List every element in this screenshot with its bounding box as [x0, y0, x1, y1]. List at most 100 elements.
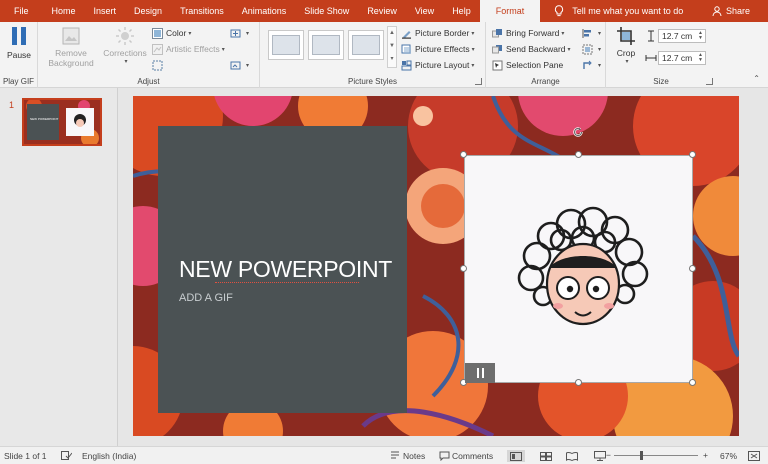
sun-icon [116, 27, 134, 45]
align-button[interactable]: ▾ [582, 26, 601, 40]
share-label: Share [725, 6, 750, 16]
resize-handle-bottom[interactable] [575, 379, 582, 386]
rotate-dropdown-icon: ▾ [598, 62, 602, 69]
resize-handle-bottom-right[interactable] [689, 379, 696, 386]
reading-view-button[interactable] [563, 450, 581, 462]
zoom-level[interactable]: 67% [720, 451, 737, 461]
tab-slide-show[interactable]: Slide Show [295, 0, 358, 22]
shape-height-value: 12.7 cm [662, 31, 693, 41]
normal-view-button[interactable] [507, 450, 525, 462]
tab-review[interactable]: Review [358, 0, 406, 22]
picture-layout-button[interactable]: Picture Layout ▾ [401, 58, 474, 72]
comments-button[interactable]: Comments [452, 451, 493, 461]
shape-height-input[interactable]: 12.7 cm ▲ ▼ [658, 29, 706, 43]
group-label-play-gif: Play GIF [2, 77, 35, 86]
tab-format[interactable]: Format [479, 0, 541, 22]
group-objects-button[interactable]: ▾ [582, 42, 601, 56]
person-icon [712, 6, 722, 16]
group-size: Crop ▾ 12.7 cm ▲ ▼ 12.7 cm ▲ ▼ Size [606, 22, 716, 88]
picture-border-icon [402, 30, 411, 39]
width-spinner-icon[interactable]: ▲ ▼ [698, 53, 703, 63]
slide[interactable]: NEW POWERPOINT ADD A GIF [133, 96, 739, 436]
notes-button[interactable]: Notes [403, 451, 425, 461]
tab-home[interactable]: Home [43, 0, 85, 22]
collapse-ribbon-icon[interactable]: ⌃ [753, 74, 760, 83]
zoom-slider-thumb[interactable] [640, 451, 643, 460]
slide-thumbnail-title: NEW POWERPOINT [30, 117, 59, 121]
styles-gallery-scroll[interactable]: ▲ ▼ ▾ [387, 26, 397, 68]
pause-button[interactable]: Pause [4, 26, 34, 60]
tab-animations[interactable]: Animations [233, 0, 296, 22]
resize-handle-left[interactable] [460, 265, 467, 272]
bring-forward-icon [492, 28, 502, 37]
language-indicator[interactable]: English (India) [82, 451, 136, 461]
selection-pane-button[interactable]: Selection Pane [492, 58, 563, 72]
rotate-button[interactable]: ▾ [582, 58, 601, 72]
slide-thumbnail[interactable]: NEW POWERPOINT [22, 98, 102, 146]
tab-transitions[interactable]: Transitions [171, 0, 233, 22]
resize-handle-right[interactable] [689, 265, 696, 272]
picture-effects-button[interactable]: Picture Effects ▾ [401, 42, 475, 56]
slide-sorter-button[interactable] [537, 450, 555, 462]
bring-forward-label: Bring Forward [506, 28, 560, 38]
picture-border-button[interactable]: Picture Border ▾ [401, 26, 474, 40]
zoom-slider-track[interactable] [614, 455, 698, 456]
color-dropdown-icon: ▾ [188, 30, 192, 37]
gif-pause-control[interactable] [465, 363, 495, 383]
tell-me-search[interactable]: Tell me what you want to do [554, 0, 683, 22]
slide-title[interactable]: NEW POWERPOINT [179, 256, 392, 283]
reading-view-icon [566, 451, 578, 461]
picture-border-label: Picture Border [415, 28, 470, 38]
group-label-picture-styles: Picture Styles [348, 77, 397, 86]
gif-picture[interactable] [464, 155, 693, 383]
crop-button[interactable]: Crop ▾ [612, 26, 640, 65]
width-icon [645, 55, 657, 61]
ribbon-tab-bar: File Home Insert Design Transitions Anim… [0, 0, 768, 22]
slide-canvas-area: NEW POWERPOINT ADD A GIF [118, 88, 768, 446]
shape-width-input[interactable]: 12.7 cm ▲ ▼ [658, 51, 706, 65]
resize-handle-top-right[interactable] [689, 151, 696, 158]
artistic-effects-icon [152, 43, 163, 55]
slide-sorter-icon [540, 451, 552, 461]
compress-pictures-button[interactable]: ▾ [230, 26, 249, 40]
remove-background-icon [62, 27, 80, 45]
compress-icon [230, 29, 241, 37]
picture-styles-launcher-icon[interactable] [475, 78, 482, 85]
reset-picture-button[interactable]: ▾ [230, 58, 249, 72]
picture-style-2[interactable] [308, 30, 344, 60]
tab-view[interactable]: View [406, 0, 443, 22]
shape-width-value: 12.7 cm [662, 53, 693, 63]
height-icon [648, 30, 654, 42]
fit-to-window-icon[interactable] [748, 451, 760, 461]
resize-handle-top-left[interactable] [460, 151, 467, 158]
notes-icon [391, 451, 399, 459]
share-button[interactable]: Share [712, 0, 750, 22]
title-placeholder-panel[interactable]: NEW POWERPOINT ADD A GIF [158, 126, 407, 413]
zoom-in-button[interactable]: + [703, 450, 708, 460]
group-picture-styles: ▲ ▼ ▾ Picture Border ▾ Picture Effects ▾ Pic… [260, 22, 486, 88]
tab-file[interactable]: File [0, 0, 43, 22]
zoom-out-button[interactable]: − [606, 450, 611, 460]
picture-layout-label: Picture Layout [415, 60, 470, 70]
tab-design[interactable]: Design [125, 0, 171, 22]
accessibility-icon[interactable] [61, 451, 72, 461]
slide-subtitle[interactable]: ADD A GIF [179, 292, 233, 304]
color-button[interactable]: Color ▾ [152, 26, 191, 40]
send-backward-button[interactable]: Send Backward ▾ [492, 42, 571, 56]
size-launcher-icon[interactable] [706, 78, 713, 85]
rotate-handle-icon[interactable] [572, 126, 584, 138]
resize-handle-top[interactable] [575, 151, 582, 158]
tab-insert[interactable]: Insert [85, 0, 126, 22]
align-dropdown-icon: ▾ [598, 30, 602, 37]
corrections-button[interactable]: Corrections ▾ [100, 26, 150, 65]
tab-help[interactable]: Help [443, 0, 480, 22]
picture-effects-icon [401, 44, 411, 54]
artistic-effects-button[interactable]: Artistic Effects ▾ [152, 42, 225, 56]
color-label: Color [166, 28, 187, 38]
picture-style-3[interactable] [348, 30, 384, 60]
remove-background-button[interactable]: Remove Background [44, 26, 98, 68]
transparency-button[interactable] [152, 58, 166, 72]
picture-style-1[interactable] [268, 30, 304, 60]
bring-forward-button[interactable]: Bring Forward ▾ [492, 26, 564, 40]
height-spinner-icon[interactable]: ▲ ▼ [698, 31, 703, 41]
